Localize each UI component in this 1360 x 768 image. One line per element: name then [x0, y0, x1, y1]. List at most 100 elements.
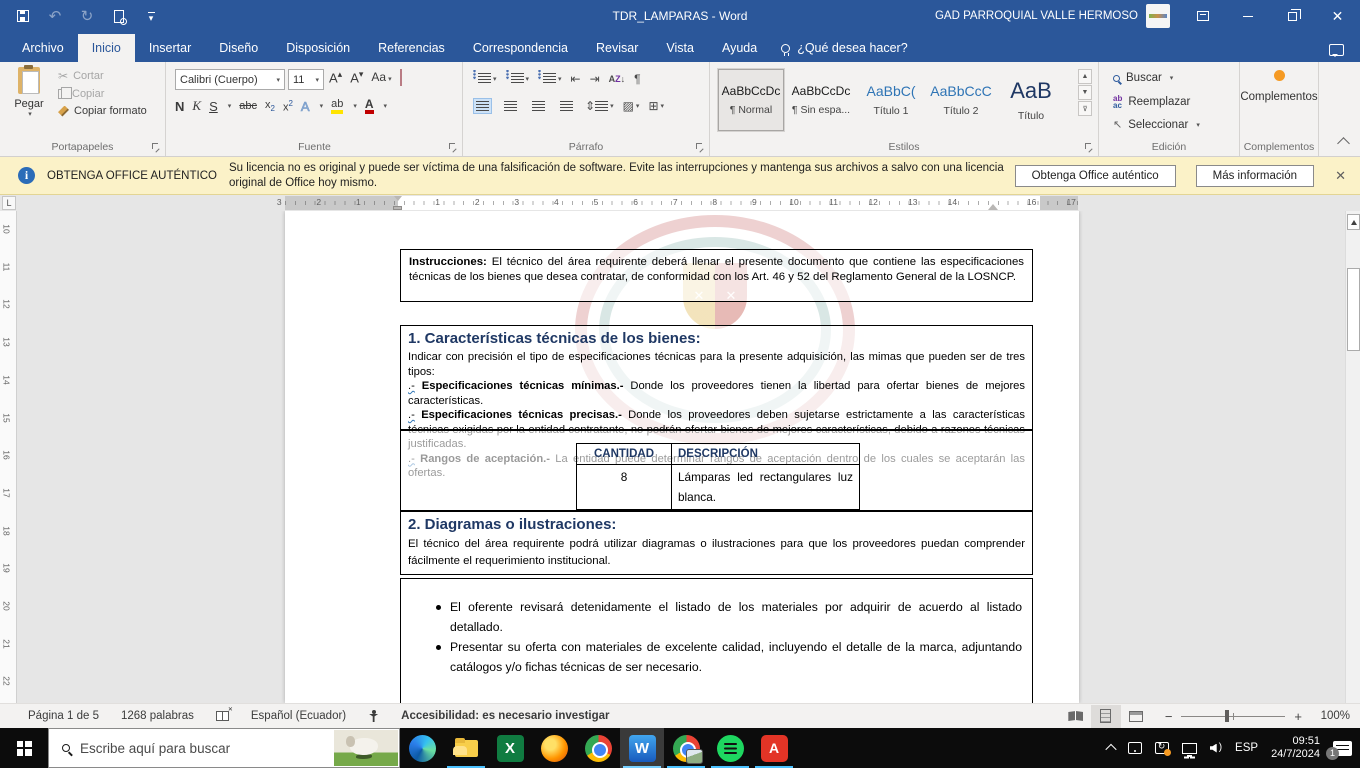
table-cell[interactable]: Lámparas led rectangulares luz blanca.	[672, 465, 860, 510]
tab-vista[interactable]: Vista	[652, 34, 708, 62]
search-highlight-image[interactable]	[334, 730, 398, 766]
feedback-icon[interactable]	[1329, 44, 1344, 56]
style--sin-espa-[interactable]: AaBbCcDc¶ Sin espa...	[788, 69, 854, 131]
ribbon-display-options-button[interactable]	[1180, 0, 1225, 32]
instructions-box[interactable]: Instrucciones: El técnico del área requi…	[400, 249, 1033, 302]
restore-button[interactable]	[1270, 0, 1315, 32]
tell-me-prompt[interactable]: ¿Qué desea hacer?	[797, 41, 908, 55]
tablet-mode-icon[interactable]	[1128, 742, 1142, 754]
hanging-indent-marker[interactable]	[393, 206, 402, 210]
warning-close-icon[interactable]: ✕	[1335, 168, 1346, 184]
section1-box[interactable]: 1. Características técnicas de los biene…	[400, 325, 1033, 430]
quantity-table-box[interactable]: CANTIDADDESCRIPCIÓN8Lámparas led rectang…	[400, 430, 1033, 511]
align-right-button[interactable]	[529, 98, 548, 114]
tab-stop-selector[interactable]: L	[2, 196, 16, 210]
style-t-tulo-1[interactable]: AaBbC(Título 1	[858, 69, 924, 131]
print-layout-button[interactable]	[1091, 705, 1121, 728]
network-icon[interactable]	[1182, 743, 1197, 754]
cut-button[interactable]: ✂Cortar	[58, 69, 147, 83]
read-mode-button[interactable]	[1061, 705, 1091, 728]
tab-diseño[interactable]: Diseño	[205, 34, 272, 62]
tray-overflow-chevron-icon[interactable]	[1105, 744, 1116, 755]
start-button[interactable]	[0, 728, 48, 768]
underline-button[interactable]: S	[209, 99, 218, 114]
strikethrough-button[interactable]: abc	[239, 100, 257, 112]
account-avatar[interactable]	[1146, 4, 1170, 28]
close-button[interactable]: ✕	[1315, 0, 1360, 32]
zoom-in-button[interactable]: +	[1294, 709, 1302, 724]
tab-disposición[interactable]: Disposición	[272, 34, 364, 62]
decrease-indent-button[interactable]: ⇤	[571, 72, 581, 86]
find-button[interactable]: Buscar▾	[1113, 72, 1173, 84]
style--normal[interactable]: AaBbCcDc¶ Normal	[718, 69, 784, 131]
clipboard-dialog-launcher[interactable]	[152, 143, 161, 152]
redo-button[interactable]: ↻	[78, 7, 96, 25]
copy-button[interactable]: Copiar	[58, 88, 147, 100]
tab-archivo[interactable]: Archivo	[8, 34, 78, 62]
right-indent-marker[interactable]	[988, 199, 998, 210]
print-preview-button[interactable]	[110, 7, 128, 25]
underline-dropdown-arrow[interactable]: ▾	[228, 102, 232, 110]
replace-button[interactable]: abacReemplazar	[1113, 95, 1190, 109]
taskbar-app-firefox[interactable]	[532, 728, 576, 768]
taskbar-app-chrome[interactable]	[576, 728, 620, 768]
proofing-errors-icon[interactable]	[216, 711, 229, 721]
quantity-table[interactable]: CANTIDADDESCRIPCIÓN8Lámparas led rectang…	[576, 443, 860, 510]
update-notification-icon[interactable]	[1155, 742, 1169, 754]
font-size-select[interactable]: 11▾	[288, 69, 324, 90]
align-center-button[interactable]	[501, 98, 520, 114]
taskbar-search[interactable]: Escribe aquí para buscar	[48, 728, 400, 768]
font-family-select[interactable]: Calibri (Cuerpo)▾	[175, 69, 285, 90]
minimize-button[interactable]	[1225, 0, 1270, 32]
zoom-level[interactable]: 100%	[1316, 710, 1350, 722]
section2-box[interactable]: 2. Diagramas o ilustraciones: El técnico…	[400, 511, 1033, 575]
word-count[interactable]: 1268 palabras	[121, 710, 194, 722]
text-effects-dropdown-arrow[interactable]: ▾	[320, 102, 324, 110]
increase-indent-button[interactable]: ⇥	[590, 72, 600, 86]
vertical-scrollbar[interactable]	[1345, 211, 1360, 703]
tab-insertar[interactable]: Insertar	[135, 34, 205, 62]
accessibility-status[interactable]: Accesibilidad: es necesario investigar	[401, 710, 609, 722]
tab-referencias[interactable]: Referencias	[364, 34, 459, 62]
paste-dropdown-arrow[interactable]: ▾	[28, 110, 32, 118]
scrollbar-thumb[interactable]	[1347, 268, 1360, 351]
styles-gallery-expand-button[interactable]: ⊽	[1078, 101, 1092, 116]
tab-inicio[interactable]: Inicio	[78, 34, 135, 62]
account-name[interactable]: GAD PARROQUIAL VALLE HERMOSO	[935, 10, 1138, 22]
sort-button[interactable]: AZ↓	[609, 74, 626, 84]
tab-revisar[interactable]: Revisar	[582, 34, 652, 62]
line-spacing-button[interactable]: ⇕▾	[585, 99, 614, 113]
save-button[interactable]	[14, 7, 32, 25]
zoom-out-button[interactable]: −	[1165, 709, 1173, 724]
zoom-slider-thumb[interactable]	[1225, 710, 1229, 722]
bullets-button[interactable]: ▾	[473, 70, 497, 88]
web-layout-button[interactable]	[1121, 705, 1151, 728]
addins-button[interactable]: Complementos	[1240, 70, 1318, 103]
taskbar-app-chrome-profile[interactable]	[664, 728, 708, 768]
font-dialog-launcher[interactable]	[449, 143, 458, 152]
more-info-button[interactable]: Más información	[1196, 165, 1314, 187]
scroll-up-button[interactable]	[1347, 214, 1360, 230]
taskbar-app-acrobat[interactable]: A	[752, 728, 796, 768]
bold-button[interactable]: N	[175, 99, 184, 114]
table-cell[interactable]: 8	[577, 465, 672, 510]
customize-qat-button[interactable]: ▾	[142, 7, 160, 25]
paste-button[interactable]: Pegar ▾	[8, 67, 50, 135]
taskbar-app-spotify[interactable]	[708, 728, 752, 768]
borders-button[interactable]: ⊞▾	[648, 99, 664, 113]
grow-font-button[interactable]: A▴	[329, 69, 342, 85]
style-t-tulo[interactable]: AaBTítulo	[998, 69, 1064, 131]
taskbar-app-excel[interactable]: X	[488, 728, 532, 768]
superscript-button[interactable]: x2	[283, 99, 293, 114]
multilevel-list-button[interactable]: ▾	[538, 70, 562, 88]
styles-scroll-down-button[interactable]: ▼	[1078, 85, 1092, 100]
horizontal-ruler[interactable]: 32112345678910111213141617	[285, 196, 1078, 210]
select-button[interactable]: ↖Seleccionar▾	[1113, 118, 1200, 131]
notifications-icon[interactable]: 1	[1333, 741, 1352, 756]
justify-button[interactable]	[557, 98, 576, 114]
text-effects-button[interactable]: A	[301, 99, 310, 114]
styles-scroll-up-button[interactable]: ▲	[1078, 69, 1092, 84]
subscript-button[interactable]: x2	[265, 99, 275, 113]
taskbar-app-word[interactable]: W	[620, 728, 664, 768]
page-indicator[interactable]: Página 1 de 5	[28, 710, 99, 722]
